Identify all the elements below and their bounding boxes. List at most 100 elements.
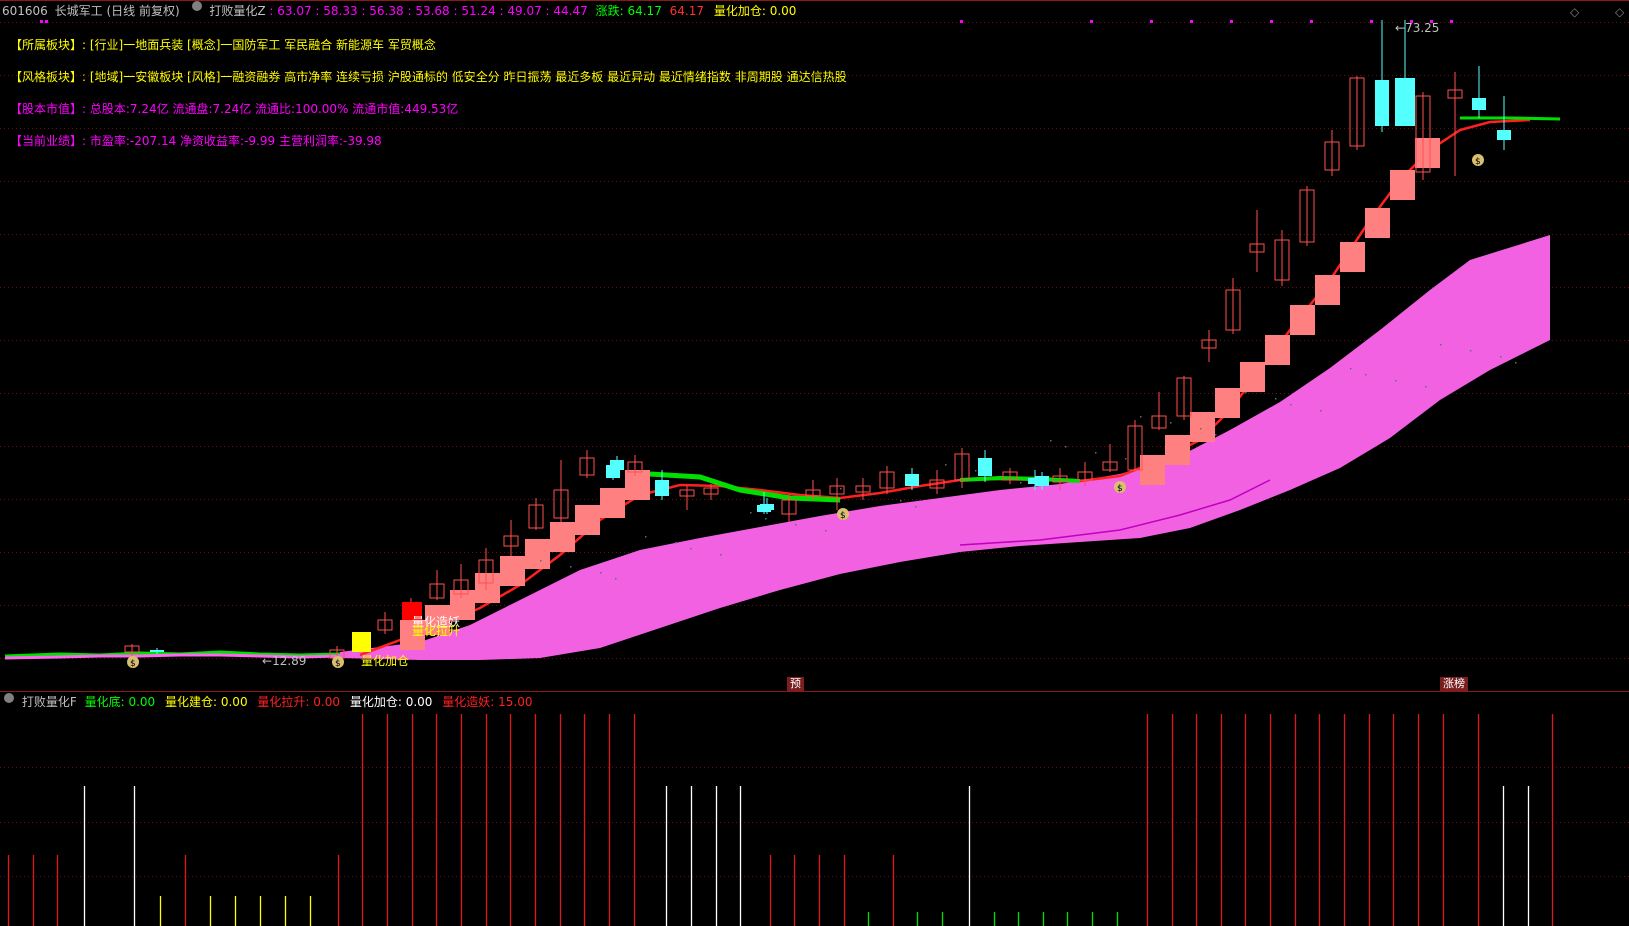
ma-line-green-segment [1460, 116, 1561, 121]
sub-label-monster: 量化造妖: [442, 695, 495, 709]
indicator-name[interactable]: 打败量化Z [209, 0, 265, 22]
trend-block [500, 556, 525, 586]
trend-block [1315, 275, 1340, 305]
stock-code: 601606 [2, 4, 48, 18]
trend-block [1240, 362, 1265, 392]
candle-down [1472, 98, 1486, 110]
info-line-capital: 【股本市值】: 总股本:7.24亿 流通盘:7.24亿 流通比:100.00% … [10, 101, 458, 117]
trend-block [1265, 335, 1290, 365]
candle-up [805, 489, 821, 497]
scatter-dot [1350, 368, 1352, 370]
change-value-2: 64.17 [669, 4, 705, 18]
info-text: 总股本:7.24亿 流通盘:7.24亿 流通比:100.00% 流通市值:449… [89, 102, 459, 116]
limit-tag: 涨榜 [1440, 677, 1468, 691]
candle-up [503, 535, 519, 547]
sub-label-add: 量化加仓: [349, 695, 402, 709]
trend-block [1140, 455, 1165, 485]
indicator-menu-icon[interactable] [191, 1, 202, 11]
sub-label-bottom: 量化底: [84, 695, 125, 709]
candle-down [1028, 478, 1042, 484]
candle-up [579, 457, 595, 476]
low-price-label: ←12.89 [262, 654, 307, 668]
candle-up [703, 487, 719, 495]
scatter-dot [540, 560, 542, 562]
money-bag-icon-symbol: $ [840, 511, 846, 521]
scatter-dot [1290, 404, 1292, 406]
candle-up [954, 453, 970, 481]
candle-up [124, 645, 140, 653]
scatter-dot [1170, 422, 1172, 424]
candle-up [1052, 475, 1068, 483]
candle-up [453, 579, 469, 595]
scatter-dot [645, 536, 647, 538]
scatter-dot [1320, 410, 1322, 412]
scatter-dot [1365, 374, 1367, 376]
candle-down [1035, 476, 1049, 486]
sub-label-pull: 量化拉升: [257, 695, 310, 709]
candle-up [829, 485, 845, 495]
candle-down [655, 480, 669, 494]
candle-up [1201, 339, 1217, 349]
chart-header: 601606 长城军工 (日线 前复权) 打败量化Z : 63.07 : 58.… [0, 0, 1629, 22]
scatter-dot [1140, 416, 1142, 418]
scatter-dot [1440, 344, 1442, 346]
scatter-dot [765, 518, 767, 520]
candle-up [1274, 239, 1290, 281]
candle-up [1447, 89, 1463, 99]
signal-add-label: 量化加仓 [361, 654, 410, 668]
trend-block [475, 573, 500, 603]
candle-up [1324, 141, 1340, 171]
ma-band-lower-line [959, 479, 1271, 546]
trend-block [1415, 138, 1440, 168]
ma-line-green-segment [649, 471, 841, 503]
candle-up [377, 619, 393, 631]
scatter-dot [945, 464, 947, 466]
scatter-dot [1065, 446, 1067, 448]
candle-up [1127, 425, 1143, 471]
info-label: 【股本市值】: [10, 102, 87, 116]
info-text: 市盈率:-207.14 净资收益率:-9.99 主营利润率:-39.98 [89, 134, 382, 148]
candle-up [627, 461, 643, 473]
candle-down [610, 460, 624, 470]
candle-up [528, 504, 544, 529]
scatter-dot [570, 566, 572, 568]
money-bag-icon-symbol: $ [1117, 484, 1123, 494]
scatter-dot [1215, 434, 1217, 436]
candle-up [1249, 243, 1265, 253]
scatter-dot [825, 530, 827, 532]
money-bag-icon-symbol: $ [335, 659, 341, 669]
sub-indicator-menu-icon[interactable] [4, 686, 14, 703]
scatter-dot [1275, 398, 1277, 400]
money-bag-icon [127, 656, 139, 668]
scatter-dot [1050, 440, 1052, 442]
candle-down [1375, 80, 1389, 126]
scatter-dot [1095, 452, 1097, 454]
scatter-dot [840, 488, 842, 490]
scatter-dot [1020, 482, 1022, 484]
candle-up [1225, 289, 1241, 331]
money-bag-icon-symbol: $ [1475, 157, 1481, 167]
scatter-dot [795, 524, 797, 526]
trend-block [1340, 242, 1365, 272]
scatter-dot [915, 506, 917, 508]
trend-block [550, 522, 575, 552]
scatter-dot [990, 476, 992, 478]
trend-block [1390, 170, 1415, 200]
info-line-style: 【风格板块】: [地域]一安徽板块 [风格]一融资融券 高市净率 连续亏损 沪股… [10, 69, 847, 85]
money-bag-icon-symbol: $ [130, 659, 136, 669]
high-price-label: ←73.25 [1395, 21, 1440, 35]
candle-up [929, 479, 945, 489]
sub-indicator-name[interactable]: 打败量化F [22, 695, 77, 709]
signal-pull-label: 量化拉升 [412, 624, 461, 638]
candle-up [429, 583, 445, 599]
ma-line-red [359, 118, 1531, 657]
candle-up [1151, 415, 1167, 429]
scatter-dot [750, 512, 752, 514]
scatter-dot [675, 542, 677, 544]
trend-block [1190, 412, 1215, 442]
sub-indicator-header: 打败量化F 量化底: 0.00 量化建仓: 0.00 量化拉升: 0.00 量化… [0, 686, 532, 712]
scatter-dot [1245, 392, 1247, 394]
scatter-dot [720, 554, 722, 556]
pre-tag: 预 [787, 677, 804, 691]
candle-down [760, 504, 774, 510]
